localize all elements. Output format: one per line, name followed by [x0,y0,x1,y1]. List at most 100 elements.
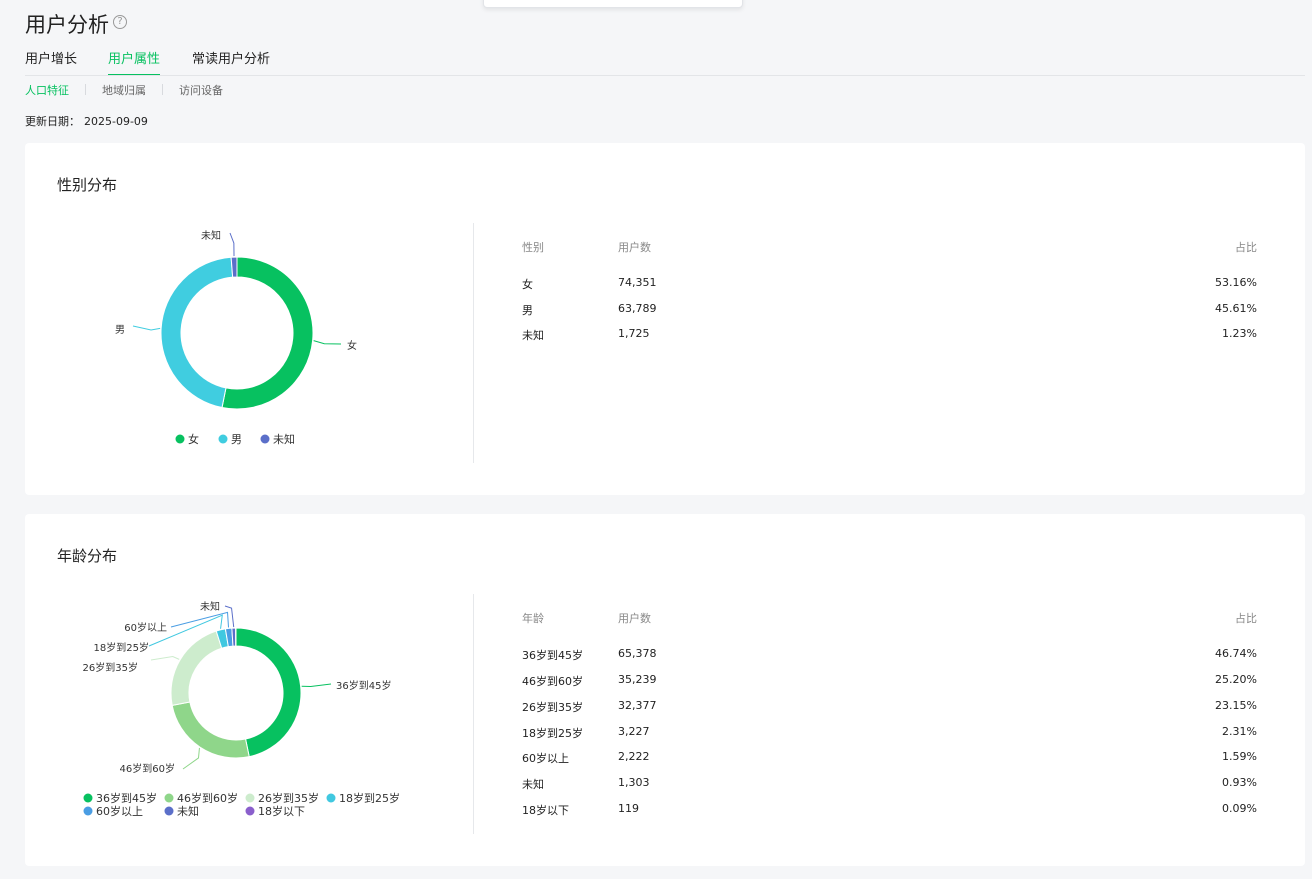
subtab-separator [162,84,163,95]
subtab-demographics[interactable]: 人口特征 [25,82,69,98]
donut-leader-line [229,232,235,257]
age-row-users: 119 [618,802,639,815]
donut-slice-label: 60岁以上 [124,621,167,634]
subtab-devices[interactable]: 访问设备 [179,82,223,98]
tab-user-growth[interactable]: 用户增长 [25,50,77,76]
legend-label: 未知 [273,432,295,446]
popup-edge [483,0,743,8]
legend-label: 未知 [177,804,199,818]
legend-marker [164,806,174,816]
age-row-users: 2,222 [618,750,650,763]
age-row-users: 65,378 [618,647,657,660]
donut-slice-label: 女 [347,339,357,352]
age-row-users: 32,377 [618,699,657,712]
legend-label: 18岁以下 [258,804,305,818]
gender-row-label: 未知 [522,329,544,342]
legend-marker [245,806,255,816]
age-row-label: 18岁到25岁 [522,727,583,740]
legend-marker [326,793,336,803]
legend-label: 36岁到45岁 [96,791,157,805]
gender-row-users: 1,725 [618,327,650,340]
age-row-ratio: 23.15% [1215,699,1257,712]
donut-slice [171,701,250,759]
donut-slice-label: 36岁到45岁 [336,679,391,692]
legend-label: 26岁到35岁 [258,791,319,805]
age-row-users: 1,303 [618,776,650,789]
donut-slice-label: 18岁到25岁 [94,641,149,654]
legend-label: 男 [231,433,242,446]
legend-marker [175,434,185,444]
donut-slice [235,627,302,758]
legend-marker [260,434,270,444]
update-date-label: 更新日期： [25,115,80,128]
age-card-divider [473,594,474,834]
age-row-users: 3,227 [618,725,650,738]
age-row-label: 18岁以下 [522,804,569,817]
donut-leader-line [301,683,332,687]
gender-row-ratio: 1.23% [1222,327,1257,340]
update-date-value: 2025-09-09 [84,115,148,128]
legend-label: 18岁到25岁 [339,791,400,805]
donut-leader-line [313,340,342,345]
subtab-separator [85,84,86,95]
age-table: 年龄 用户数 占比 36岁到45岁 65,378 46.74% 46岁到60岁 … [522,610,1257,820]
gender-row-label: 男 [522,304,533,317]
age-row-label: 未知 [522,778,544,791]
donut-slice [231,627,237,647]
help-icon[interactable]: ? [113,15,127,29]
age-header-users: 用户数 [618,612,651,625]
donut-leader-line [182,747,200,770]
donut-slice [160,256,234,409]
gender-card-divider [473,223,474,463]
gender-header-users: 用户数 [618,241,651,254]
gender-donut-chart: 女男未知女男未知 [115,229,357,446]
legend-marker [218,434,228,444]
tab-user-attributes[interactable]: 用户属性 [108,50,161,76]
gender-row-label: 女 [522,278,533,291]
age-row-label: 26岁到35岁 [522,701,583,714]
age-card: 年龄分布 36岁到45岁 46岁到60岁 26岁到35岁 18岁到25岁 60岁以上 未知… [25,514,1305,866]
gender-row-users: 63,789 [618,302,657,315]
page-title: 用户分析 [25,13,109,37]
legend-marker [83,793,93,803]
legend-marker [164,793,174,803]
age-row-ratio: 2.31% [1222,725,1257,738]
legend-label: 46岁到60岁 [177,791,238,805]
gender-header-category: 性别 [522,241,544,254]
update-date: 更新日期： 2025-09-09 [25,113,148,129]
legend-label: 女 [188,432,199,446]
subtab-region[interactable]: 地域归属 [102,82,146,98]
age-row-label: 36岁到45岁 [522,649,583,662]
tab-frequent-reader-analysis[interactable]: 常读用户分析 [192,50,270,76]
age-row-ratio: 0.93% [1222,776,1257,789]
tabs-divider [25,75,1305,76]
legend-marker [245,793,255,803]
donut-slice [221,256,314,410]
gender-table: 性别 用户数 占比 女 74,351 53.16% 男 63,789 45.61… [522,239,1257,349]
age-row-ratio: 25.20% [1215,673,1257,686]
age-row-users: 35,239 [618,673,657,686]
donut-leader-line [224,605,235,628]
donut-slice-label: 男 [115,324,125,336]
gender-card: 性别分布 女男未知女男未知 性别 用户数 占比 女 74,351 53.16% … [25,143,1305,495]
legend-marker [83,806,93,816]
donut-leader-line [132,325,161,331]
age-row-label: 60岁以上 [522,752,569,765]
age-donut-chart: 36岁到45岁46岁到60岁26岁到35岁18岁到25岁60岁以上未知36岁到4… [83,600,400,818]
donut-slice [170,630,223,707]
age-row-ratio: 0.09% [1222,802,1257,815]
donut-slice-label: 26岁到35岁 [83,661,138,674]
gender-header-ratio: 占比 [1235,241,1257,254]
age-row-ratio: 1.59% [1222,750,1257,763]
legend-label: 60岁以上 [96,804,143,818]
age-header-category: 年龄 [522,612,544,625]
gender-row-ratio: 53.16% [1215,276,1257,289]
donut-leader-line [150,655,180,661]
age-row-ratio: 46.74% [1215,647,1257,660]
gender-row-users: 74,351 [618,276,657,289]
age-row-label: 46岁到60岁 [522,675,583,688]
gender-row-ratio: 45.61% [1215,302,1257,315]
donut-slice [230,256,238,278]
age-header-ratio: 占比 [1235,612,1257,625]
donut-slice-label: 未知 [201,229,221,242]
